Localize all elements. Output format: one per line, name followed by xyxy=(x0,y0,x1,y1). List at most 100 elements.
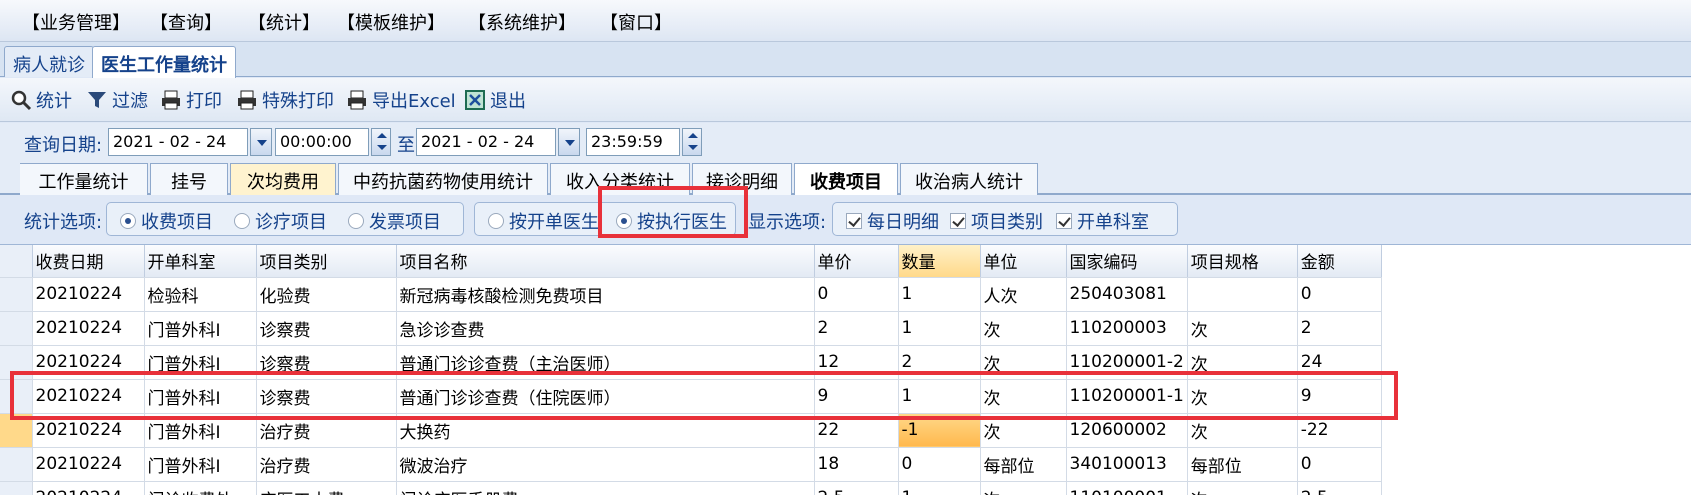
cell-item-category[interactable]: 治疗费 xyxy=(256,413,397,448)
exit-button[interactable]: 退出 xyxy=(464,86,526,114)
print-button[interactable]: 打印 xyxy=(160,86,222,114)
cell-unit-price[interactable]: 22 xyxy=(814,413,899,448)
cell-item-spec[interactable]: 次 xyxy=(1187,413,1298,448)
from-date-dropdown[interactable] xyxy=(250,128,272,156)
cell-ordering-dept[interactable]: 门普外科Ⅰ xyxy=(144,345,257,380)
col-unit[interactable]: 单位 xyxy=(980,245,1067,278)
tab-income-category[interactable]: 收入分类统计 xyxy=(550,163,690,195)
cell-charge-date[interactable]: 20210224 xyxy=(32,447,145,482)
cell-ordering-dept[interactable]: 门诊收费处 xyxy=(144,481,257,495)
table-row[interactable]: 20210224 门普外科Ⅰ 治疗费 大换药 22 -1 次 120600002 次 -22 xyxy=(0,413,1382,448)
cell-unit-price[interactable]: 12 xyxy=(814,345,899,380)
cell-item-spec[interactable]: 每部位 xyxy=(1187,447,1298,482)
cell-unit[interactable]: 次 xyxy=(980,481,1067,495)
row-selector[interactable] xyxy=(0,379,33,414)
row-selector[interactable] xyxy=(0,447,33,482)
cell-item-name[interactable]: 急诊诊查费 xyxy=(396,311,815,346)
cell-item-category[interactable]: 诊察费 xyxy=(256,379,397,414)
cell-charge-date[interactable]: 20210224 xyxy=(32,277,145,312)
special-print-button[interactable]: 特殊打印 xyxy=(236,86,334,114)
menu-window[interactable]: 【窗口】 xyxy=(600,9,672,35)
col-item-category[interactable]: 项目类别 xyxy=(256,245,397,278)
radio-treatment-items[interactable]: 诊疗项目 xyxy=(234,208,327,234)
cell-item-name[interactable]: 普通门诊诊查费（主治医师） xyxy=(396,345,815,380)
row-header-corner[interactable] xyxy=(0,245,33,278)
from-time-input[interactable]: 00:00:00 xyxy=(275,128,369,156)
cell-national-code[interactable]: 110200003 xyxy=(1066,311,1188,346)
menu-system[interactable]: 【系统维护】 xyxy=(468,9,576,35)
table-row[interactable]: 20210224 门普外科Ⅰ 治疗费 微波治疗 18 0 每部位 340100013 每部位 0 xyxy=(0,447,1382,482)
tab-workload[interactable]: 工作量统计 xyxy=(20,163,148,195)
cell-charge-date[interactable]: 20210224 xyxy=(32,379,145,414)
cell-national-code[interactable]: 110100001 xyxy=(1066,481,1188,495)
cell-quantity[interactable]: 0 xyxy=(898,447,981,482)
cell-unit-price[interactable]: 9 xyxy=(814,379,899,414)
table-row[interactable]: 20210224 门普外科Ⅰ 诊察费 急诊诊查费 2 1 次 110200003 次 2 xyxy=(0,311,1382,346)
cell-amount[interactable]: 0 xyxy=(1297,447,1382,482)
cell-quantity[interactable]: -1 xyxy=(898,413,981,448)
cell-ordering-dept[interactable]: 门普外科Ⅰ xyxy=(144,447,257,482)
cell-quantity[interactable]: 1 xyxy=(898,481,981,495)
tab-antibiotic-stats[interactable]: 中药抗菌药物使用统计 xyxy=(338,163,548,195)
tab-patient-visit[interactable]: 病人就诊 xyxy=(4,46,94,77)
radio-invoice-items[interactable]: 发票项目 xyxy=(348,208,441,234)
check-item-category[interactable]: 项目类别 xyxy=(950,208,1043,234)
table-row[interactable]: 20210224 门普外科Ⅰ 诊察费 普通门诊诊查费（主治医师） 12 2 次 1102000… xyxy=(0,345,1382,380)
cell-unit-price[interactable]: 2 xyxy=(814,311,899,346)
cell-unit[interactable]: 次 xyxy=(980,413,1067,448)
check-ordering-dept[interactable]: 开单科室 xyxy=(1056,208,1149,234)
radio-executing-doctor[interactable]: 按执行医生 xyxy=(616,208,727,234)
cell-item-name[interactable]: 普通门诊诊查费（住院医师） xyxy=(396,379,815,414)
table-row[interactable]: 20210224 检验科 化验费 新冠病毒核酸检测免费项目 0 1 人次 250403081 0 xyxy=(0,277,1382,312)
cell-unit-price[interactable]: 0 xyxy=(814,277,899,312)
row-selector[interactable] xyxy=(0,345,33,380)
cell-amount[interactable]: 2.5 xyxy=(1297,481,1382,495)
cell-national-code[interactable]: 340100013 xyxy=(1066,447,1188,482)
cell-national-code[interactable]: 110200001-1 xyxy=(1066,379,1188,414)
col-item-name[interactable]: 项目名称 xyxy=(396,245,815,278)
col-amount[interactable]: 金额 xyxy=(1297,245,1382,278)
menu-statistics[interactable]: 【统计】 xyxy=(248,9,320,35)
row-selector[interactable] xyxy=(0,481,33,495)
cell-item-name[interactable]: 新冠病毒核酸检测免费项目 xyxy=(396,277,815,312)
to-date-input[interactable]: 2021 - 02 - 24 xyxy=(416,128,556,156)
cell-ordering-dept[interactable]: 门普外科Ⅰ xyxy=(144,311,257,346)
radio-charge-items[interactable]: 收费项目 xyxy=(120,208,213,234)
cell-amount[interactable]: 9 xyxy=(1297,379,1382,414)
cell-charge-date[interactable]: 20210224 xyxy=(32,413,145,448)
cell-amount[interactable]: 2 xyxy=(1297,311,1382,346)
tab-visit-details[interactable]: 接诊明细 xyxy=(692,163,792,195)
cell-charge-date[interactable]: 20210224 xyxy=(32,311,145,346)
cell-item-category[interactable]: 床医工本费 xyxy=(256,481,397,495)
cell-unit[interactable]: 每部位 xyxy=(980,447,1067,482)
menu-business[interactable]: 【业务管理】 xyxy=(22,9,130,35)
tab-admitted-patients[interactable]: 收治病人统计 xyxy=(900,163,1038,195)
cell-charge-date[interactable]: 20210224 xyxy=(32,481,145,495)
cell-item-spec[interactable]: 次 xyxy=(1187,311,1298,346)
tab-registration[interactable]: 挂号 xyxy=(150,163,228,195)
col-quantity[interactable]: 数量 xyxy=(898,245,981,278)
cell-item-category[interactable]: 诊察费 xyxy=(256,345,397,380)
cell-unit[interactable]: 人次 xyxy=(980,277,1067,312)
cell-quantity[interactable]: 1 xyxy=(898,379,981,414)
export-excel-button[interactable]: 导出Excel xyxy=(346,86,456,114)
cell-item-name[interactable]: 门诊床医手册费 xyxy=(396,481,815,495)
cell-item-spec[interactable]: 次 xyxy=(1187,481,1298,495)
tab-charge-items[interactable]: 收费项目 xyxy=(794,163,898,195)
check-daily-detail[interactable]: 每日明细 xyxy=(846,208,939,234)
menu-query[interactable]: 【查询】 xyxy=(150,9,222,35)
table-row[interactable]: 20210224 门普外科Ⅰ 诊察费 普通门诊诊查费（住院医师） 9 1 次 11020000… xyxy=(0,379,1382,414)
cell-national-code[interactable]: 250403081 xyxy=(1066,277,1188,312)
to-time-input[interactable]: 23:59:59 xyxy=(586,128,680,156)
cell-amount[interactable]: 24 xyxy=(1297,345,1382,380)
cell-item-name[interactable]: 大换药 xyxy=(396,413,815,448)
cell-unit-price[interactable]: 18 xyxy=(814,447,899,482)
cell-unit[interactable]: 次 xyxy=(980,379,1067,414)
tab-avg-cost[interactable]: 次均费用 xyxy=(230,163,336,195)
cell-quantity[interactable]: 1 xyxy=(898,311,981,346)
menu-template[interactable]: 【模板维护】 xyxy=(337,9,445,35)
table-row[interactable]: 20210224门诊收费处床医工本费门诊床医手册费2.51次110100001次… xyxy=(0,481,1382,495)
cell-item-category[interactable]: 诊察费 xyxy=(256,311,397,346)
stats-button[interactable]: 统计 xyxy=(10,86,72,114)
cell-quantity[interactable]: 1 xyxy=(898,277,981,312)
